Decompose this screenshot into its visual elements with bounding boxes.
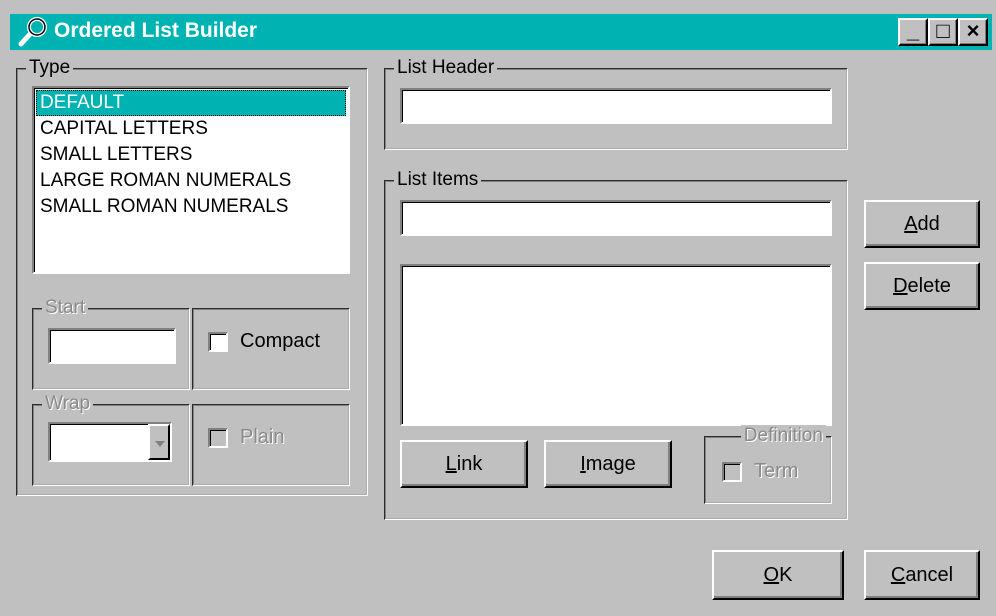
minimize-icon: _ <box>906 18 920 43</box>
maximize-button[interactable]: □ <box>928 18 958 46</box>
ok-button-label: OK <box>763 563 793 586</box>
term-checkbox[interactable] <box>722 462 742 482</box>
minimize-button[interactable]: _ <box>898 18 928 46</box>
delete-button-label: Delete <box>893 274 951 297</box>
plain-label[interactable]: Plain <box>240 426 284 449</box>
definition-group-label: Definition <box>740 425 826 447</box>
list-header-input[interactable] <box>400 88 832 124</box>
add-button-label: Add <box>904 212 940 235</box>
list-item-input[interactable] <box>400 200 832 236</box>
chevron-down-icon <box>155 441 165 447</box>
list-item[interactable]: DEFAULT <box>36 90 346 116</box>
start-input[interactable] <box>48 328 176 364</box>
wrap-dropdown-button[interactable] <box>148 424 170 460</box>
compact-checkbox[interactable] <box>208 332 228 352</box>
link-button[interactable]: Link <box>400 440 528 488</box>
close-button[interactable]: × <box>958 18 988 46</box>
compact-label[interactable]: Compact <box>240 330 320 353</box>
maximize-icon: □ <box>936 18 950 43</box>
title-bar[interactable]: Ordered List Builder _ □ × <box>10 14 992 50</box>
image-button[interactable]: Image <box>544 440 672 488</box>
wrench-icon <box>18 17 47 47</box>
image-button-label: Image <box>580 452 636 475</box>
list-item[interactable]: CAPITAL LETTERS <box>36 116 346 142</box>
list-header-label: List Header <box>394 57 498 79</box>
list-item[interactable]: SMALL LETTERS <box>36 142 346 168</box>
list-items-label: List Items <box>394 169 482 191</box>
wrap-group-label: Wrap <box>42 393 94 415</box>
add-button[interactable]: Add <box>864 200 980 248</box>
list-item[interactable]: LARGE ROMAN NUMERALS <box>36 168 346 194</box>
type-group-label: Type <box>26 57 74 79</box>
ok-button[interactable]: OK <box>712 550 844 600</box>
list-items-listbox[interactable] <box>400 264 832 426</box>
plain-checkbox[interactable] <box>208 428 228 448</box>
start-group-label: Start <box>42 297 89 319</box>
cancel-button-label: Cancel <box>890 563 954 586</box>
delete-button[interactable]: Delete <box>864 262 980 310</box>
window-title: Ordered List Builder <box>54 19 258 42</box>
cancel-button[interactable]: Cancel <box>864 550 980 600</box>
close-icon: × <box>966 18 980 43</box>
type-listbox[interactable]: DEFAULT CAPITAL LETTERS SMALL LETTERS LA… <box>32 86 350 274</box>
term-label[interactable]: Term <box>754 460 798 483</box>
wrap-dropdown[interactable] <box>48 422 172 462</box>
link-button-label: Link <box>445 452 483 475</box>
list-item[interactable]: SMALL ROMAN NUMERALS <box>36 194 346 220</box>
